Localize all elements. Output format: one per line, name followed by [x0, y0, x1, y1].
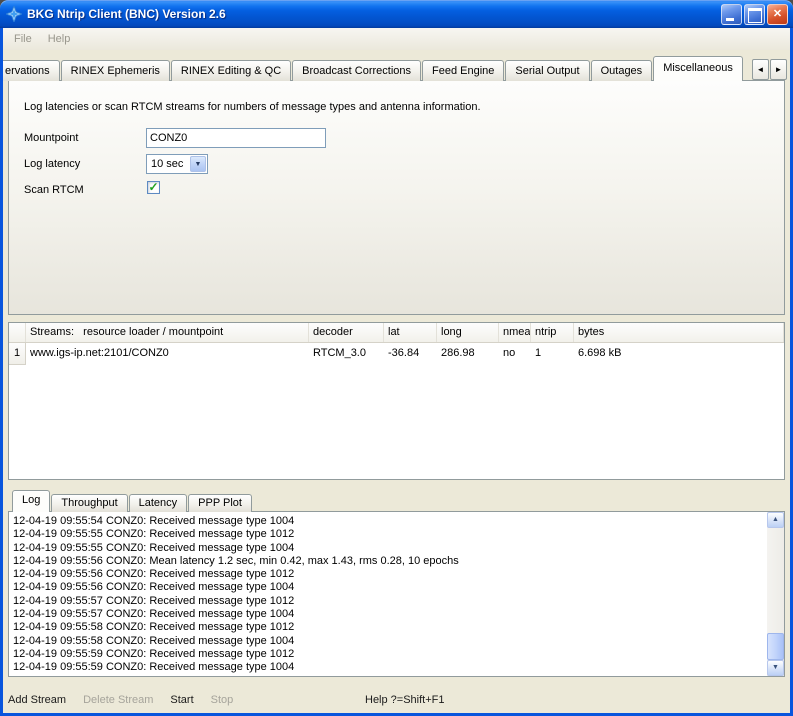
tab-scroll-buttons: ◄ ►: [752, 59, 787, 80]
tab-outages[interactable]: Outages: [591, 60, 653, 81]
streams-header-mountpoint[interactable]: Streams: resource loader / mountpoint: [26, 323, 309, 342]
bottom-tab-log[interactable]: Log: [12, 490, 50, 512]
table-cell: RTCM_3.0: [309, 343, 384, 365]
tab-rinex-ephemeris[interactable]: RINEX Ephemeris: [61, 60, 170, 81]
streams-header-nmea[interactable]: nmea: [499, 323, 531, 342]
panel-description: Log latencies or scan RTCM streams for n…: [24, 101, 481, 113]
streams-header-long[interactable]: long: [437, 323, 499, 342]
table-row[interactable]: 1www.igs-ip.net:2101/CONZ0RTCM_3.0-36.84…: [9, 343, 784, 365]
app-window: BKG Ntrip Client (BNC) Version 2.6 ✕ Fil…: [0, 0, 793, 716]
table-cell: no: [499, 343, 531, 365]
log-line: 12-04-19 09:55:58 CONZ0: Received messag…: [13, 621, 763, 634]
log-line: 12-04-19 09:55:58 CONZ0: Received messag…: [13, 635, 763, 648]
tab-rinex-editing-qc[interactable]: RINEX Editing & QC: [171, 60, 291, 81]
close-button[interactable]: ✕: [767, 4, 788, 25]
log-latency-value: 10 sec: [151, 158, 183, 170]
tab-ervations[interactable]: ervations: [3, 60, 60, 81]
log-scrollbar: ▲ ▼: [767, 512, 784, 676]
tab-scroll-left-button[interactable]: ◄: [752, 59, 769, 80]
status-bar: Add Stream Delete Stream Start Stop Help ?=…: [3, 687, 790, 713]
add-stream-button[interactable]: Add Stream: [8, 694, 66, 706]
table-cell: 6.698 kB: [574, 343, 784, 365]
help-text: Help ?=Shift+F1: [365, 694, 445, 706]
log-line: 12-04-19 09:55:56 CONZ0: Received messag…: [13, 568, 763, 581]
chevron-down-icon[interactable]: ▼: [190, 156, 206, 172]
log-line: 12-04-19 09:55:57 CONZ0: Received messag…: [13, 595, 763, 608]
scan-rtcm-checkbox[interactable]: ✓: [147, 181, 160, 194]
window-title: BKG Ntrip Client (BNC) Version 2.6: [27, 7, 721, 21]
log-line: 12-04-19 09:55:56 CONZ0: Received messag…: [13, 581, 763, 594]
menu-help[interactable]: Help: [40, 30, 79, 48]
table-cell: 1: [531, 343, 574, 365]
tab-broadcast-corrections[interactable]: Broadcast Corrections: [292, 60, 421, 81]
app-icon: [6, 6, 22, 22]
bottom-tab-bar: LogThroughputLatencyPPP Plot: [8, 491, 253, 512]
status-actions: Add Stream Delete Stream Start Stop: [8, 694, 233, 706]
log-line: 12-04-19 09:55:57 CONZ0: Received messag…: [13, 608, 763, 621]
row-index: 1: [9, 343, 26, 365]
scrollbar-track[interactable]: [767, 528, 784, 660]
table-cell: www.igs-ip.net:2101/CONZ0: [26, 343, 309, 365]
streams-header-corner: [9, 323, 26, 342]
log-line: 12-04-19 09:55:55 CONZ0: Received messag…: [13, 542, 763, 555]
menu-file[interactable]: File: [6, 30, 40, 48]
stop-button: Stop: [211, 694, 234, 706]
maximize-button[interactable]: [744, 4, 765, 25]
streams-header-row: Streams: resource loader / mountpointdec…: [9, 323, 784, 343]
mountpoint-label: Mountpoint: [24, 132, 78, 144]
log-output: 12-04-19 09:55:54 CONZ0: Received messag…: [8, 511, 785, 677]
delete-stream-button: Delete Stream: [83, 694, 153, 706]
window-frame-left: [0, 28, 3, 716]
scroll-up-button[interactable]: ▲: [767, 512, 784, 528]
streams-header-bytes[interactable]: bytes: [574, 323, 784, 342]
log-line: 12-04-19 09:55:54 CONZ0: Received messag…: [13, 515, 763, 528]
log-latency-select[interactable]: 10 sec ▼: [146, 154, 208, 174]
mountpoint-input[interactable]: [146, 128, 326, 148]
bottom-tab-ppp-plot[interactable]: PPP Plot: [188, 494, 252, 512]
client-area: FileHelp ervationsRINEX EphemerisRINEX E…: [3, 28, 790, 713]
log-line: 12-04-19 09:55:59 CONZ0: Received messag…: [13, 648, 763, 661]
table-cell: -36.84: [384, 343, 437, 365]
bottom-tab-throughput[interactable]: Throughput: [51, 494, 127, 512]
bottom-tab-latency[interactable]: Latency: [129, 494, 188, 512]
tab-miscellaneous[interactable]: Miscellaneous: [653, 56, 743, 81]
tab-scroll-right-button[interactable]: ►: [770, 59, 787, 80]
main-tab-bar: ervationsRINEX EphemerisRINEX Editing & …: [3, 59, 750, 81]
scan-rtcm-label: Scan RTCM: [24, 184, 84, 196]
scrollbar-thumb[interactable]: [767, 633, 784, 660]
log-line: 12-04-19 09:55:56 CONZ0: Mean latency 1.…: [13, 555, 763, 568]
streams-table: Streams: resource loader / mountpointdec…: [8, 322, 785, 480]
start-button[interactable]: Start: [170, 694, 193, 706]
table-cell: 286.98: [437, 343, 499, 365]
streams-header-decoder[interactable]: decoder: [309, 323, 384, 342]
tab-feed-engine[interactable]: Feed Engine: [422, 60, 504, 81]
miscellaneous-panel: Log latencies or scan RTCM streams for n…: [8, 80, 785, 315]
log-lines: 12-04-19 09:55:54 CONZ0: Received messag…: [9, 512, 767, 676]
tab-serial-output[interactable]: Serial Output: [505, 60, 589, 81]
minimize-button[interactable]: [721, 4, 742, 25]
log-line: 12-04-19 09:55:55 CONZ0: Received messag…: [13, 528, 763, 541]
title-bar[interactable]: BKG Ntrip Client (BNC) Version 2.6 ✕: [0, 0, 793, 28]
scroll-down-button[interactable]: ▼: [767, 660, 784, 676]
log-line: 12-04-19 09:55:59 CONZ0: Received messag…: [13, 661, 763, 674]
streams-body: 1www.igs-ip.net:2101/CONZ0RTCM_3.0-36.84…: [9, 343, 784, 365]
streams-header-ntrip[interactable]: ntrip: [531, 323, 574, 342]
log-latency-label: Log latency: [24, 158, 80, 170]
window-controls: ✕: [721, 4, 788, 25]
streams-header-lat[interactable]: lat: [384, 323, 437, 342]
menu-bar: FileHelp: [3, 28, 790, 50]
